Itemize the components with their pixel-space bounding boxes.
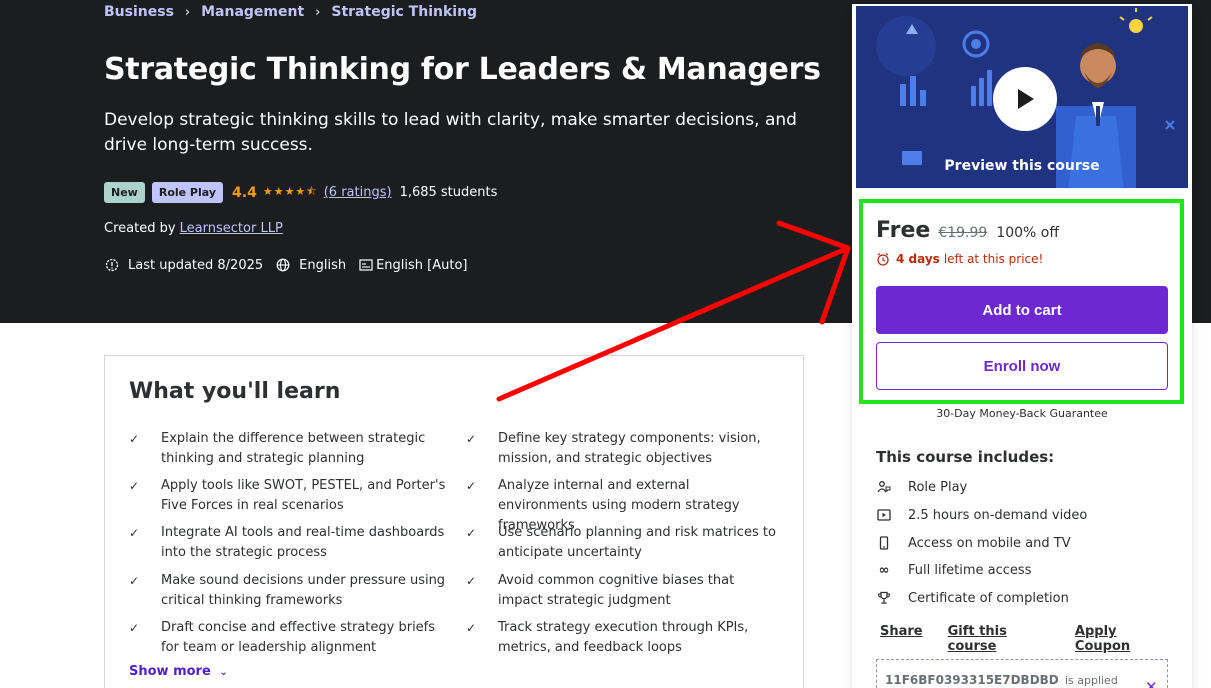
include-label: Certificate of completion (908, 590, 1069, 606)
include-item: ∞ Full lifetime access (876, 562, 1032, 578)
alarm-icon (877, 253, 889, 266)
learn-item: ✓ Integrate AI tools and real-time dashb… (129, 523, 446, 563)
money-back-guarantee: 30-Day Money-Back Guarantee (936, 407, 1108, 420)
globe-icon (275, 257, 291, 273)
include-label: 2.5 hours on-demand video (908, 507, 1088, 523)
price-row: Free €19.99 100% off (876, 218, 1059, 243)
course-captions: English [Auto] (376, 257, 468, 273)
learn-item-text: Integrate AI tools and real-time dashboa… (161, 525, 445, 560)
role-play-icon (876, 479, 892, 495)
preview-label: Preview this course (944, 158, 1100, 174)
coupon-code-value: 11F6BF0393315E7DBDBD (885, 673, 1059, 687)
new-badge: New (104, 182, 145, 203)
includes-title: This course includes: (876, 448, 1055, 466)
check-icon: ✓ (129, 479, 140, 493)
learn-item: ✓ Track strategy execution through KPIs,… (466, 618, 783, 658)
learn-item-text: Track strategy execution through KPIs, m… (498, 620, 749, 655)
chevron-down-icon: ⌄ (219, 667, 228, 678)
check-icon: ✓ (129, 621, 140, 635)
breadcrumb-strategic-thinking[interactable]: Strategic Thinking (331, 4, 477, 20)
breadcrumb-management[interactable]: Management (201, 4, 304, 20)
author-link[interactable]: Learnsector LLP (180, 221, 283, 236)
ratings-count-link[interactable]: (6 ratings) (324, 185, 392, 200)
discount-percent: 100% off (996, 225, 1059, 241)
check-icon: ✓ (466, 574, 477, 588)
last-updated: Last updated 8/2025 (128, 257, 264, 273)
show-more-button[interactable]: Show more ⌄ (129, 664, 228, 679)
enroll-now-button[interactable]: Enroll now (876, 342, 1168, 390)
course-title: Strategic Thinking for Leaders & Manager… (104, 52, 821, 87)
trophy-icon (876, 590, 892, 606)
course-preview[interactable]: Preview this course (854, 4, 1190, 190)
show-more-label: Show more (129, 664, 211, 679)
play-icon (1018, 89, 1034, 109)
learn-item-text: Define key strategy components: vision, … (498, 431, 761, 466)
course-language: English (299, 257, 347, 273)
course-info-row: Last updated 8/2025 English English [Aut… (104, 257, 468, 273)
created-by: Created by Learnsector LLP (104, 221, 283, 236)
rating-value: 4.4 (232, 184, 257, 201)
price-timer: 4 days left at this price! (876, 252, 1043, 266)
breadcrumb-separator: › (184, 4, 191, 20)
learn-item: ✓ Make sound decisions under pressure us… (129, 571, 446, 611)
check-icon: ✓ (466, 526, 477, 540)
learn-item-text: Avoid common cognitive biases that impac… (498, 573, 735, 608)
include-item: Certificate of completion (876, 590, 1069, 606)
learn-item-text: Apply tools like SWOT, PESTEL, and Porte… (161, 478, 446, 513)
learn-item: ✓ Avoid common cognitive biases that imp… (466, 571, 783, 611)
rating-stars-icon: ★★★★⯪ (262, 185, 318, 198)
learn-item: ✓ Draft concise and effective strategy b… (129, 618, 446, 658)
apply-coupon-link[interactable]: Apply Coupon (1075, 624, 1167, 654)
learn-item: ✓ Explain the difference between strateg… (129, 429, 446, 469)
applied-coupon-box: 11F6BF0393315E7DBDBD is applied ✕ (876, 659, 1168, 688)
include-item: Role Play (876, 479, 967, 495)
share-link[interactable]: Share (880, 624, 923, 654)
include-item: 2.5 hours on-demand video (876, 507, 1087, 523)
course-subtitle: Develop strategic thinking skills to lea… (104, 110, 797, 155)
learn-item-text: Explain the difference between strategic… (161, 431, 426, 466)
created-by-label: Created by (104, 221, 176, 236)
role-play-badge: Role Play (151, 182, 224, 203)
alert-badge-icon (104, 257, 120, 273)
include-label: Full lifetime access (908, 562, 1032, 578)
check-icon: ✓ (466, 621, 477, 635)
learn-item-text: Make sound decisions under pressure usin… (161, 573, 446, 608)
gift-course-link[interactable]: Gift this course (948, 624, 1050, 654)
include-label: Access on mobile and TV (908, 535, 1071, 551)
learn-item: ✓ Apply tools like SWOT, PESTEL, and Por… (129, 476, 446, 516)
purchase-sidebar: Preview this course Free €19.99 100% off… (852, 4, 1192, 688)
learn-item-text: Use scenario planning and risk matrices … (498, 525, 776, 560)
what-you-learn-title: What you'll learn (129, 379, 341, 404)
timer-text: left at this price! (943, 252, 1044, 266)
video-icon (876, 507, 892, 523)
learn-item: ✓ Define key strategy components: vision… (466, 429, 783, 469)
sidebar-links: Share Gift this course Apply Coupon (880, 624, 1192, 654)
breadcrumb: Business › Management › Strategic Thinki… (104, 4, 477, 20)
add-to-cart-button[interactable]: Add to cart (876, 286, 1168, 334)
breadcrumb-business[interactable]: Business (104, 4, 174, 20)
timer-days: 4 days (896, 252, 940, 266)
learn-item-text: Draft concise and effective strategy bri… (161, 620, 436, 655)
coupon-status: is applied (1064, 674, 1118, 687)
play-button[interactable] (993, 67, 1057, 131)
captions-icon (358, 257, 374, 273)
check-icon: ✓ (466, 479, 477, 493)
students-count: 1,685 students (399, 185, 498, 200)
current-price: Free (876, 218, 931, 243)
coupon-code: 11F6BF0393315E7DBDBD is applied (885, 673, 1118, 687)
breadcrumb-separator: › (315, 4, 321, 20)
infinity-icon: ∞ (878, 562, 890, 578)
learn-item: ✓ Use scenario planning and risk matrice… (466, 523, 783, 563)
course-meta: New Role Play 4.4 ★★★★⯪ (6 ratings) 1,68… (104, 182, 497, 203)
check-icon: ✓ (129, 574, 140, 588)
mobile-icon (876, 535, 892, 551)
remove-coupon-icon[interactable]: ✕ (1145, 678, 1158, 688)
check-icon: ✓ (466, 432, 477, 446)
include-label: Role Play (908, 479, 968, 495)
include-item: Access on mobile and TV (876, 535, 1071, 551)
check-icon: ✓ (129, 526, 140, 540)
check-icon: ✓ (129, 432, 140, 446)
original-price: €19.99 (938, 225, 988, 241)
what-you-learn-box: What you'll learn ✓ Explain the differen… (104, 355, 804, 688)
